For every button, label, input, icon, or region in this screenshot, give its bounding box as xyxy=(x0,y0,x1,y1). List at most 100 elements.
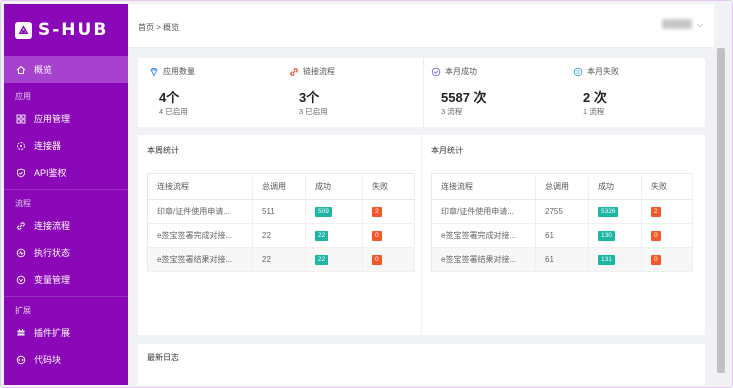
sidebar-item-variable-management[interactable]: 变量管理 xyxy=(4,266,128,293)
scrollbar-thumb[interactable] xyxy=(717,48,725,373)
table-row[interactable]: e签宝签署结果对接... 61 131 0 xyxy=(431,247,693,272)
chevron-down-icon[interactable]: ⌵ xyxy=(697,20,703,30)
column-header: 连接流程 xyxy=(147,173,253,200)
diamond-icon xyxy=(149,67,159,77)
stat-sub: 3 流程 xyxy=(441,107,463,116)
success-badge: 131 xyxy=(598,255,615,265)
total-calls-cell: 2755 xyxy=(535,199,589,224)
plugin-icon xyxy=(15,327,26,338)
monthly-stats-panel: 本月统计 连接流程 总调用 成功 失败 印章/证件使用申请... 2755 53… xyxy=(422,135,705,335)
sidebar-item-label: 插件扩展 xyxy=(34,328,71,338)
table-header-row: 连接流程 总调用 成功 失败 xyxy=(147,173,415,200)
monthly-stats-table: 连接流程 总调用 成功 失败 印章/证件使用申请... 2755 5326 2 … xyxy=(431,173,693,272)
stat-value: 2 次 xyxy=(583,90,607,105)
total-calls-cell: 22 xyxy=(252,247,306,272)
flow-name-cell: e签宝签署结果对接... xyxy=(431,247,536,272)
status-icon xyxy=(15,247,26,258)
sidebar-item-exec-status[interactable]: 执行状态 xyxy=(4,239,128,266)
app-name: S-HUB xyxy=(38,20,109,40)
success-badge: 22 xyxy=(315,231,329,241)
table-row[interactable]: 印章/证件使用申请... 511 509 2 xyxy=(147,199,415,224)
stat-label: 链接流程 xyxy=(303,67,335,76)
sidebar-group-app: 应用 xyxy=(15,92,31,101)
panel-title: 本周统计 xyxy=(147,146,179,155)
shield-icon xyxy=(15,167,26,178)
alert-circle-icon xyxy=(573,67,583,77)
home-icon xyxy=(15,64,26,75)
link-icon xyxy=(15,220,26,231)
total-calls-cell: 61 xyxy=(535,247,589,272)
stat-month-failure: 本月失败 2 次 1 流程 xyxy=(573,58,703,127)
sidebar-item-label: 概览 xyxy=(34,65,53,75)
failure-badge: 0 xyxy=(651,255,661,265)
sidebar-item-label: 连接器 xyxy=(34,141,62,151)
sidebar-item-app-management[interactable]: 应用管理 xyxy=(4,105,128,132)
flow-name-cell: e签宝签署结果对接... xyxy=(147,247,253,272)
sidebar-item-label: 执行状态 xyxy=(34,248,71,258)
table-row[interactable]: e签宝签署完成对接... 22 22 0 xyxy=(147,223,415,248)
stat-sub: 1 流程 xyxy=(583,107,605,116)
success-badge: 130 xyxy=(598,231,615,241)
table-row[interactable]: 印章/证件使用申请... 2755 5326 2 xyxy=(431,199,693,224)
total-calls-cell: 61 xyxy=(535,223,589,248)
logo: S-HUB xyxy=(4,4,128,56)
flow-name-cell: 印章/证件使用申请... xyxy=(431,199,536,224)
sidebar-item-label: 变量管理 xyxy=(34,275,71,285)
app-icon xyxy=(15,113,26,124)
panel-title: 最新日志 xyxy=(147,353,179,362)
column-header: 总调用 xyxy=(252,173,306,200)
sidebar: S-HUB 概览 应用 应用管理 连接器 API鉴权 流程 连接流程 执行状态 xyxy=(4,4,128,385)
summary-divider xyxy=(423,58,424,127)
table-row[interactable]: e签宝签署完成对接... 61 130 0 xyxy=(431,223,693,248)
sidebar-item-api-auth[interactable]: API鉴权 xyxy=(4,159,128,186)
stat-label: 应用数量 xyxy=(163,67,195,76)
code-icon xyxy=(15,354,26,365)
weekly-stats-table: 连接流程 总调用 成功 失败 印章/证件使用申请... 511 509 2 e签… xyxy=(147,173,415,272)
total-calls-cell: 22 xyxy=(252,223,306,248)
check-circle-icon xyxy=(431,67,441,77)
table-row[interactable]: e签宝签署结果对接... 22 22 0 xyxy=(147,247,415,272)
stat-value: 3个 xyxy=(299,90,320,105)
stat-value: 4个 xyxy=(159,90,180,105)
weekly-stats-panel: 本周统计 连接流程 总调用 成功 失败 印章/证件使用申请... 511 509… xyxy=(138,135,421,335)
flow-name-cell: 印章/证件使用申请... xyxy=(147,199,253,224)
summary-card: 应用数量 4个 4 已启用 链接流程 3个 3 已启用 本月成功 5587 次 … xyxy=(138,58,705,127)
sidebar-group-flow: 流程 xyxy=(15,199,31,208)
latest-log-card: 最新日志 xyxy=(138,344,705,385)
sidebar-item-code-block[interactable]: 代码块 xyxy=(4,346,128,373)
app-window: S-HUB 概览 应用 应用管理 连接器 API鉴权 流程 连接流程 执行状态 xyxy=(0,0,733,388)
stat-label: 本月成功 xyxy=(445,67,477,76)
sidebar-item-label: API鉴权 xyxy=(34,168,67,178)
table-header-row: 连接流程 总调用 成功 失败 xyxy=(431,173,693,200)
success-badge: 509 xyxy=(315,207,332,217)
sidebar-item-label: 连接流程 xyxy=(34,221,71,231)
stat-month-success: 本月成功 5587 次 3 流程 xyxy=(431,58,561,127)
failure-badge: 0 xyxy=(651,231,661,241)
column-header: 成功 xyxy=(305,173,363,200)
sidebar-item-connect-flow[interactable]: 连接流程 xyxy=(4,212,128,239)
sidebar-item-overview[interactable]: 概览 xyxy=(4,56,128,83)
success-badge: 22 xyxy=(315,255,329,265)
user-name-blurred[interactable] xyxy=(662,19,692,29)
stat-value: 5587 次 xyxy=(441,90,487,105)
variable-icon xyxy=(15,274,26,285)
column-header: 失败 xyxy=(641,173,693,200)
stat-label: 本月失败 xyxy=(587,67,619,76)
breadcrumb[interactable]: 首页 > 概览 xyxy=(138,22,179,33)
sidebar-group-extension: 扩展 xyxy=(15,306,31,315)
failure-badge: 0 xyxy=(372,231,382,241)
sidebar-item-plugin-extension[interactable]: 插件扩展 xyxy=(4,319,128,346)
top-header: 首页 > 概览 ⌵ xyxy=(128,4,714,48)
stat-app-count: 应用数量 4个 4 已启用 xyxy=(149,58,279,127)
sidebar-item-label: 代码块 xyxy=(34,355,62,365)
stat-sub: 4 已启用 xyxy=(159,107,188,116)
sidebar-item-connector[interactable]: 连接器 xyxy=(4,132,128,159)
sidebar-item-label: 应用管理 xyxy=(34,114,71,124)
column-header: 总调用 xyxy=(535,173,589,200)
failure-badge: 2 xyxy=(372,207,382,217)
flow-name-cell: e签宝签署完成对接... xyxy=(147,223,253,248)
link-icon xyxy=(289,67,299,77)
total-calls-cell: 511 xyxy=(252,199,306,224)
column-header: 成功 xyxy=(588,173,642,200)
column-header: 连接流程 xyxy=(431,173,536,200)
